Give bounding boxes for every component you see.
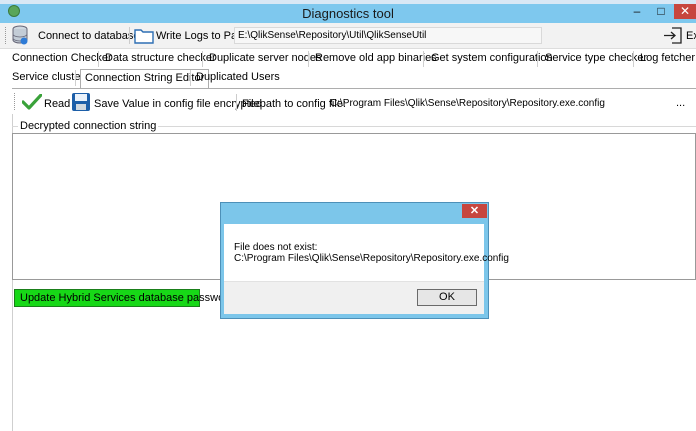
toolbar-grip (5, 27, 8, 44)
filepath-input[interactable]: C:\Program Files\Qlik\Sense\Repository\R… (330, 98, 670, 114)
browse-button[interactable]: ... (676, 97, 685, 109)
database-icon (11, 25, 29, 45)
tab-duplicate-server-nodes[interactable]: Duplicate server nodes (209, 50, 322, 68)
toolbar-divider (236, 94, 237, 111)
close-button[interactable]: ✕ (674, 4, 696, 19)
write-logs-to-path-button[interactable]: Write Logs to Path (156, 30, 246, 42)
tab-separator (537, 51, 538, 67)
tab-duplicated-users[interactable]: Duplicated Users (196, 69, 280, 87)
title-bar[interactable]: Diagnostics tool (0, 4, 696, 23)
tab-separator (190, 70, 191, 86)
check-icon (22, 94, 42, 110)
tab-separator (75, 70, 76, 86)
tab-separator (202, 51, 203, 67)
decrypted-connection-string-label: Decrypted connection string (18, 120, 159, 132)
read-button[interactable]: Read (44, 98, 70, 110)
window-title: Diagnostics tool (302, 6, 394, 21)
tab-data-structure-checker[interactable]: Data structure checker (105, 50, 216, 68)
folder-icon (134, 27, 154, 44)
update-hybrid-services-password-button[interactable]: Update Hybrid Services database password (14, 289, 234, 307)
maximize-button[interactable]: □ (650, 4, 672, 19)
tab-service-type-checker[interactable]: Service type checker (545, 50, 647, 68)
tab-connection-checker[interactable]: Connection Checker (12, 50, 112, 68)
app-icon (8, 5, 20, 17)
tab-separator (308, 51, 309, 67)
tab-separator (423, 51, 424, 67)
toolbar-grip (14, 93, 17, 110)
log-path-input[interactable]: E:\QlikSense\Repository\Util\QlikSenseUt… (234, 27, 542, 44)
tab-separator (633, 51, 634, 67)
tab-get-system-configuration[interactable]: Get system configuration (431, 50, 553, 68)
minimize-button[interactable]: – (626, 4, 648, 19)
ok-button[interactable]: OK (417, 289, 477, 306)
dialog-close-button[interactable]: ✕ (462, 204, 487, 218)
tab-log-fetcher[interactable]: Log fetcher (640, 50, 695, 68)
exit-button[interactable]: Ex (686, 30, 696, 42)
tab-service-cluster[interactable]: Service cluster (12, 69, 84, 87)
tab-separator (98, 51, 99, 67)
exit-icon (663, 27, 683, 44)
save-icon (71, 92, 91, 112)
dialog-message-line1: File does not exist: (234, 242, 318, 253)
dialog-message-line2: C:\Program Files\Qlik\Sense\Repository\R… (234, 253, 509, 264)
connect-to-database-button[interactable]: Connect to database (38, 30, 140, 42)
tab-remove-old-app-binaries[interactable]: Remove old app binaries (315, 50, 437, 68)
toolbar-divider (129, 27, 130, 44)
